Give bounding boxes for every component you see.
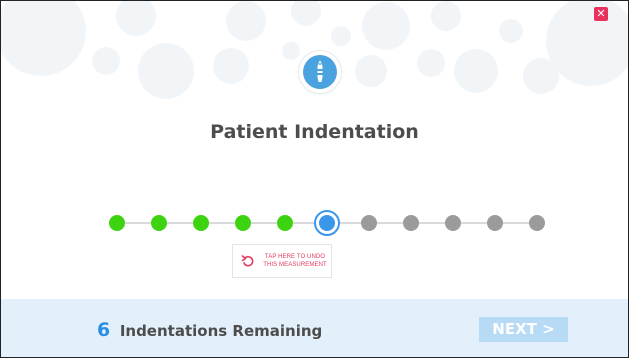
measurement-progress	[101, 208, 545, 238]
indentation-dialog: ✕ Patient Indentation TAP HERE TO UNDO T…	[0, 0, 629, 358]
progress-step-9-todo	[445, 215, 461, 231]
dialog-title: Patient Indentation	[210, 121, 419, 143]
undo-arrow-icon	[241, 253, 255, 267]
progress-step-1-done	[109, 215, 125, 231]
undo-label: TAP HERE TO UNDO THIS MEASUREMENT	[262, 253, 328, 269]
progress-step-3-done	[193, 215, 209, 231]
progress-step-4-done	[235, 215, 251, 231]
undo-label-line2: THIS MEASUREMENT	[263, 262, 327, 268]
progress-step-8-todo	[403, 215, 419, 231]
progress-step-2-done	[151, 215, 167, 231]
undo-label-line1: TAP HERE TO UNDO	[264, 254, 326, 260]
next-button[interactable]: NEXT >	[479, 317, 568, 342]
remaining-label: Indentations Remaining	[119, 322, 323, 340]
close-button[interactable]: ✕	[594, 7, 608, 21]
close-icon: ✕	[596, 7, 606, 20]
remaining-counter: 6 Indentations Remaining	[97, 319, 322, 341]
undo-measurement-button[interactable]: TAP HERE TO UNDO THIS MEASUREMENT	[232, 244, 332, 278]
progress-step-5-done	[277, 215, 293, 231]
progress-step-11-todo	[529, 215, 545, 231]
dialog-footer: 6 Indentations Remaining NEXT >	[1, 299, 628, 357]
progress-step-6-current	[314, 210, 340, 236]
progress-step-10-todo	[487, 215, 503, 231]
tool-badge	[299, 51, 341, 93]
remaining-count: 6	[97, 319, 111, 341]
progress-step-7-todo	[361, 215, 377, 231]
pen-nib-icon	[303, 55, 337, 89]
